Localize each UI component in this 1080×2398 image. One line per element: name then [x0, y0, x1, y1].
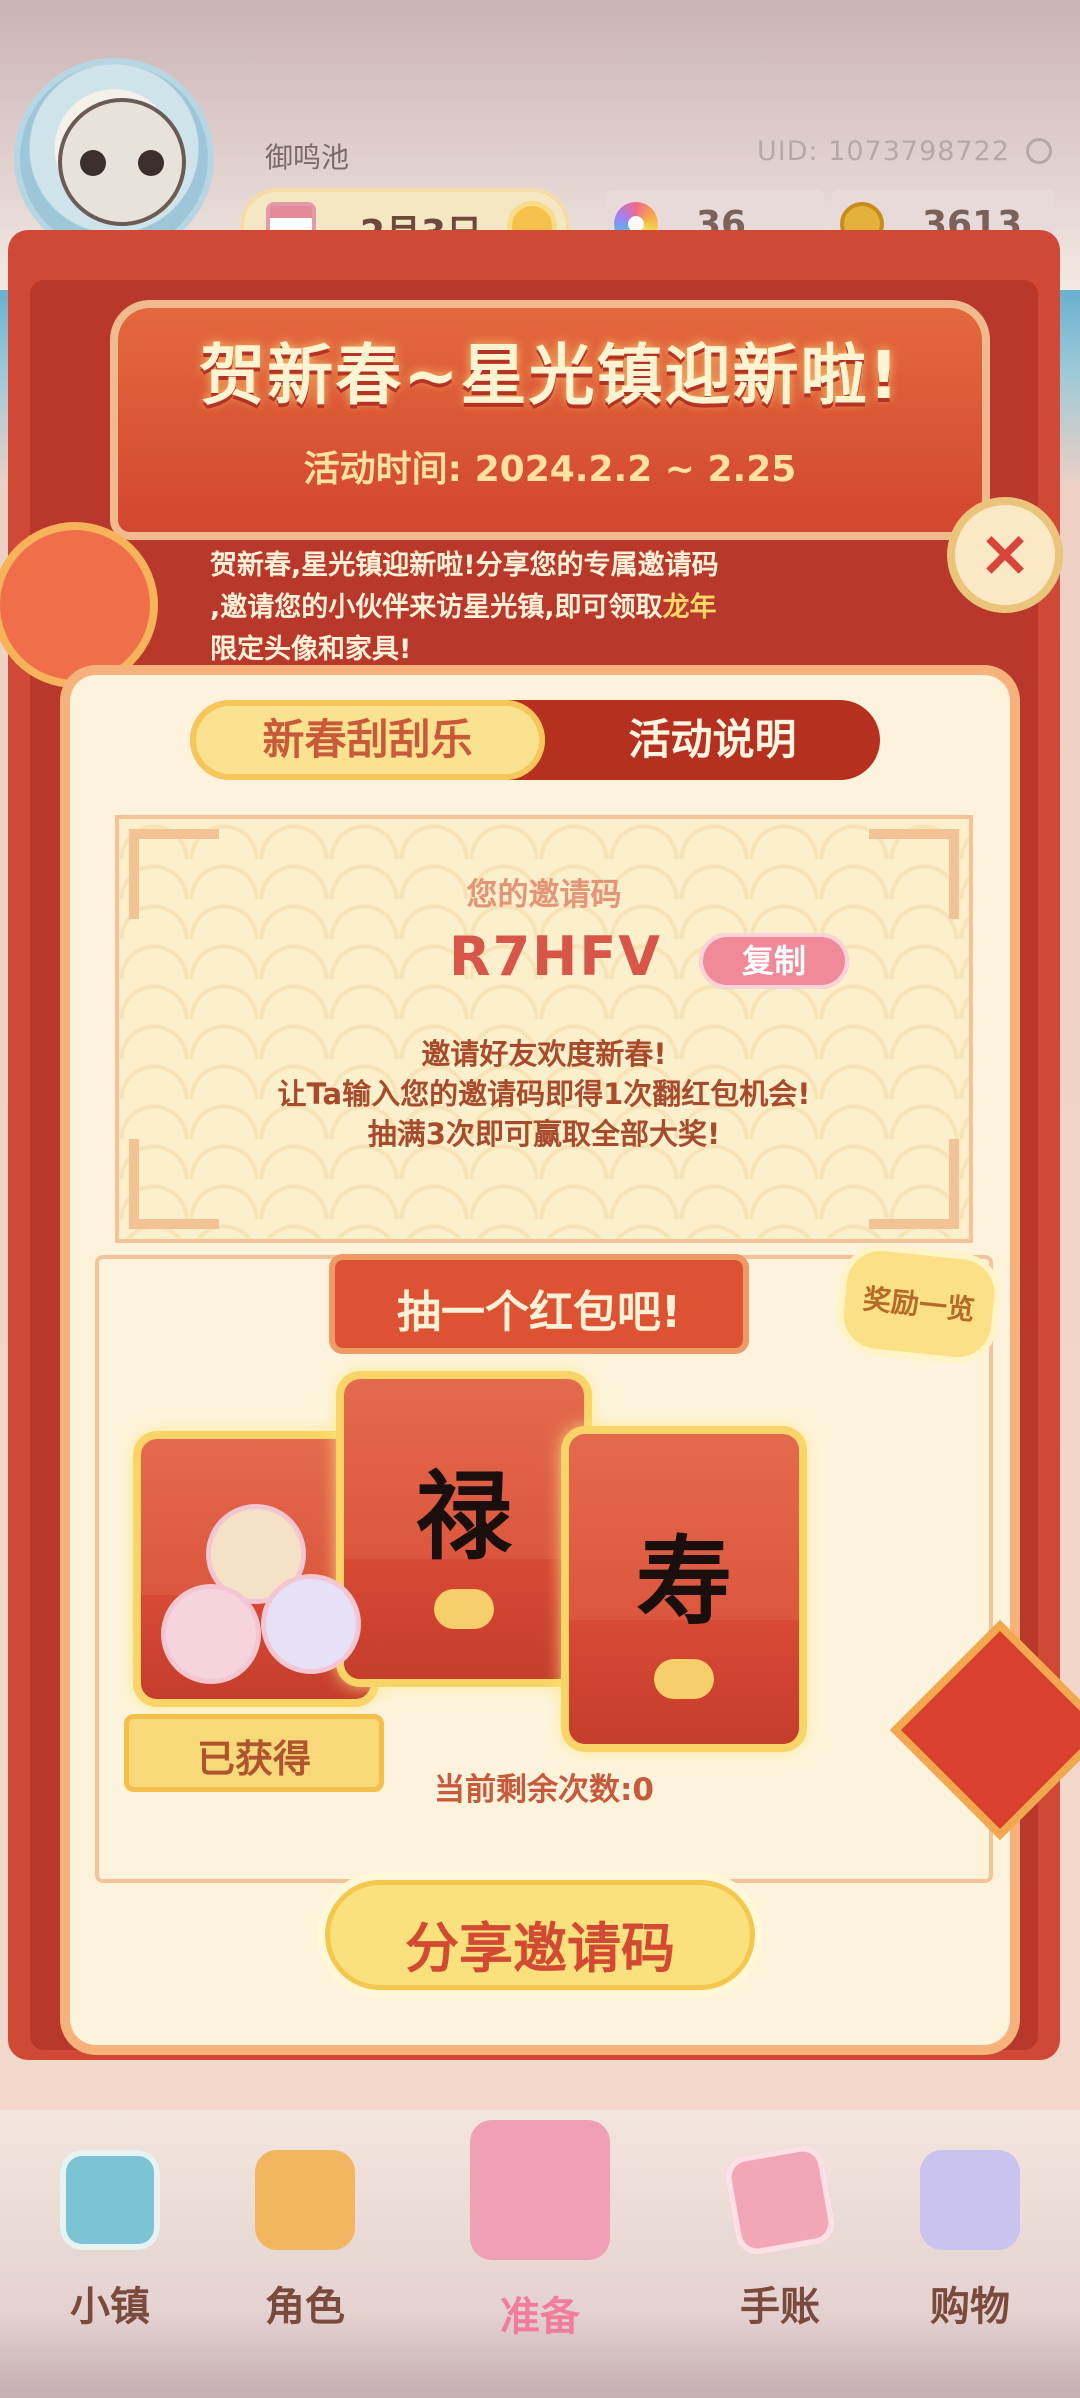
remaining-count: 当前剩余次数:0: [434, 1772, 654, 1808]
invite-code: R7HFV: [449, 925, 663, 988]
bottom-nav: 小镇 角色 准备 手账 购物: [0, 2110, 1080, 2398]
lu-character: 禄: [416, 1460, 512, 1573]
character-icon: [255, 2150, 355, 2250]
invite-code-label: 您的邀请码: [466, 877, 622, 913]
tab-bar: 新春刮刮乐 活动说明: [190, 700, 880, 780]
copy-uid-icon[interactable]: [1026, 138, 1052, 164]
nav-shop[interactable]: 购物: [890, 2150, 1050, 2350]
event-card: 新春刮刮乐 活动说明 您的邀请码 R7HFV 复制 邀请好友欢度新春! 让Ta输…: [70, 675, 1010, 2045]
red-envelope-shou[interactable]: 寿: [569, 1434, 799, 1744]
nav-label: 准备: [500, 2294, 580, 2340]
tab-scratch[interactable]: 新春刮刮乐: [190, 700, 545, 780]
close-button[interactable]: ×: [955, 505, 1055, 605]
panda-lantern-icon: [0, 530, 150, 680]
intro-line: 限定头像和家具!: [210, 634, 412, 665]
draw-banner-text: 抽一个红包吧!: [396, 1287, 682, 1338]
nav-character[interactable]: 角色: [225, 2150, 385, 2350]
red-envelope-opened: [141, 1439, 371, 1699]
avatar[interactable]: [14, 58, 214, 258]
prize-avatar-icon: [261, 1574, 361, 1674]
nav-label: 购物: [930, 2284, 1010, 2330]
red-envelope-area: 抽一个红包吧! 奖励一览 已获得 禄 寿 当前剩余次数:0: [95, 1240, 1005, 1883]
shopping-bag-icon: [920, 2150, 1020, 2250]
close-icon: ×: [978, 517, 1032, 591]
nav-journal[interactable]: 手账: [700, 2142, 860, 2350]
nav-label: 小镇: [70, 2284, 150, 2330]
prize-avatar-icon: [161, 1584, 261, 1684]
player-uid: UID: 1073798722: [757, 136, 1010, 167]
map-icon: [60, 2150, 160, 2250]
bow-icon: [434, 1589, 494, 1629]
panda-mummy-icon: [58, 98, 186, 226]
intro-line: 贺新春,星光镇迎新啦!分享您的专属邀请码: [210, 550, 719, 581]
journal-icon: [722, 2142, 838, 2258]
event-time: 活动时间: 2024.2.2 ~ 2.25: [303, 449, 797, 490]
nav-prepare[interactable]: 准备: [460, 2120, 620, 2350]
intro-line: ,邀请您的小伙伴来访星光镇,即可领取龙年: [210, 592, 717, 623]
invite-code-panel: 您的邀请码 R7HFV 复制 邀请好友欢度新春! 让Ta输入您的邀请码即得1次翻…: [115, 815, 973, 1243]
picnic-basket-icon: [470, 2120, 610, 2260]
invite-rules: 邀请好友欢度新春! 让Ta输入您的邀请码即得1次翻红包机会! 抽满3次即可赢取全…: [119, 1034, 969, 1154]
reward-list-label: 奖励一览: [861, 1282, 977, 1327]
event-intro: 贺新春,星光镇迎新啦!分享您的专属邀请码 ,邀请您的小伙伴来访星光镇,即可领取龙…: [210, 545, 860, 671]
reward-list-button[interactable]: 奖励一览: [833, 1240, 1005, 1368]
nav-town[interactable]: 小镇: [30, 2150, 190, 2350]
share-invite-label: 分享邀请码: [405, 1917, 675, 1980]
draw-banner: 抽一个红包吧!: [329, 1254, 749, 1354]
rule-line: 让Ta输入您的邀请码即得1次翻红包机会!: [277, 1077, 811, 1111]
rule-line: 抽满3次即可赢取全部大奖!: [367, 1117, 721, 1151]
share-invite-button[interactable]: 分享邀请码: [325, 1880, 755, 1990]
copy-button[interactable]: 复制: [699, 933, 849, 989]
tab-rules[interactable]: 活动说明: [545, 700, 880, 780]
shou-character: 寿: [636, 1525, 732, 1638]
rule-line: 邀请好友欢度新春!: [421, 1037, 667, 1071]
intro-highlight: 龙年: [662, 592, 717, 623]
nav-label: 角色: [265, 2284, 345, 2330]
bow-icon: [654, 1659, 714, 1699]
title-ribbon: 贺新春~星光镇迎新啦! 活动时间: 2024.2.2 ~ 2.25: [110, 300, 990, 540]
player-nickname: 御鸣池: [265, 141, 350, 174]
event-title: 贺新春~星光镇迎新啦!: [199, 337, 901, 414]
nav-label: 手账: [740, 2284, 820, 2330]
red-envelope-lu[interactable]: 禄: [344, 1379, 584, 1679]
